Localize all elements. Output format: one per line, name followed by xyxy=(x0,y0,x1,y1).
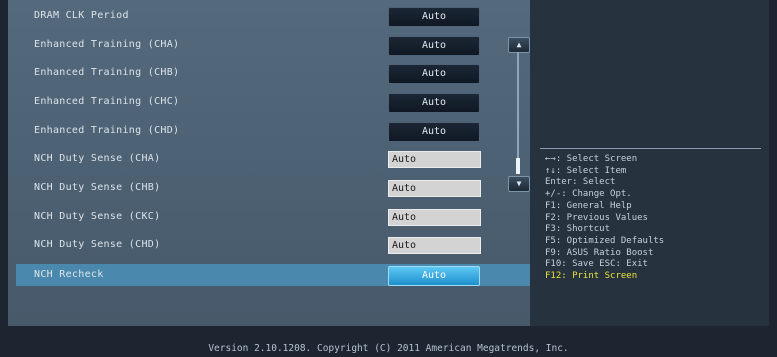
setting-label: NCH Duty Sense (CHB) xyxy=(34,182,161,193)
setting-value-input[interactable]: Auto xyxy=(388,209,481,226)
setting-value-button[interactable]: Auto xyxy=(388,93,480,113)
setting-label: Enhanced Training (CHB) xyxy=(34,67,180,78)
help-line: Enter: Select xyxy=(545,177,616,188)
triangle-down-icon: ▼ xyxy=(516,179,522,188)
help-panel: ←→: Select Screen ↑↓: Select Item Enter:… xyxy=(545,154,765,283)
setting-label: Enhanced Training (CHC) xyxy=(34,96,180,107)
setting-row[interactable]: NCH Duty Sense (CHA) Auto xyxy=(16,148,530,170)
setting-label: NCH Recheck xyxy=(34,269,104,280)
setting-value-button[interactable]: Auto xyxy=(388,266,480,286)
help-line: F1: General Help xyxy=(545,200,632,211)
setting-label: NCH Duty Sense (CKC) xyxy=(34,211,161,222)
help-line: ←→: Select Screen xyxy=(545,154,638,164)
setting-label: NCH Duty Sense (CHD) xyxy=(34,239,161,250)
setting-value-button[interactable]: Auto xyxy=(388,7,480,27)
setting-label: DRAM CLK Period xyxy=(34,10,129,21)
setting-label: NCH Duty Sense (CHA) xyxy=(34,153,161,164)
setting-value-button[interactable]: Auto xyxy=(388,64,480,84)
footer-version: Version 2.10.1208. Copyright (C) 2011 Am… xyxy=(208,343,569,354)
setting-row[interactable]: NCH Duty Sense (CHD) Auto xyxy=(16,234,530,256)
setting-row[interactable]: Enhanced Training (CHB) Auto xyxy=(16,62,530,84)
help-divider xyxy=(540,148,761,149)
help-line: +/-: Change Opt. xyxy=(545,189,632,200)
setting-label: Enhanced Training (CHA) xyxy=(34,39,180,50)
setting-row-selected[interactable]: NCH Recheck Auto xyxy=(16,264,530,286)
scrollbar-thumb[interactable] xyxy=(516,158,520,174)
scroll-up-button[interactable]: ▲ xyxy=(508,37,530,53)
setting-row[interactable]: Enhanced Training (CHC) Auto xyxy=(16,91,530,113)
help-line: F10: Save ESC: Exit xyxy=(545,259,648,270)
scroll-down-button[interactable]: ▼ xyxy=(508,176,530,192)
setting-value-button[interactable]: Auto xyxy=(388,122,480,142)
setting-label: Enhanced Training (CHD) xyxy=(34,125,180,136)
help-line: F9: ASUS Ratio Boost xyxy=(545,247,654,258)
setting-value-button[interactable]: Auto xyxy=(388,36,480,56)
setting-value-input[interactable]: Auto xyxy=(388,237,481,254)
setting-row[interactable]: Enhanced Training (CHD) Auto xyxy=(16,120,530,142)
setting-row[interactable]: DRAM CLK Period Auto xyxy=(16,5,530,27)
setting-value-input[interactable]: Auto xyxy=(388,151,481,168)
help-line: F3: Shortcut xyxy=(545,224,611,235)
help-line: F5: Optimized Defaults xyxy=(545,235,665,246)
help-line: ↑↓: Select Item xyxy=(545,165,627,176)
help-line: F2: Previous Values xyxy=(545,212,648,223)
triangle-up-icon: ▲ xyxy=(516,40,522,49)
setting-row[interactable]: NCH Duty Sense (CHB) Auto xyxy=(16,177,530,199)
help-line-highlight: F12: Print Screen xyxy=(545,271,638,282)
settings-panel: DRAM CLK Period Auto Enhanced Training (… xyxy=(8,0,530,326)
setting-row[interactable]: NCH Duty Sense (CKC) Auto xyxy=(16,206,530,228)
setting-value-input[interactable]: Auto xyxy=(388,180,481,197)
scrollbar-track[interactable] xyxy=(517,52,519,172)
setting-row[interactable]: Enhanced Training (CHA) Auto xyxy=(16,34,530,56)
